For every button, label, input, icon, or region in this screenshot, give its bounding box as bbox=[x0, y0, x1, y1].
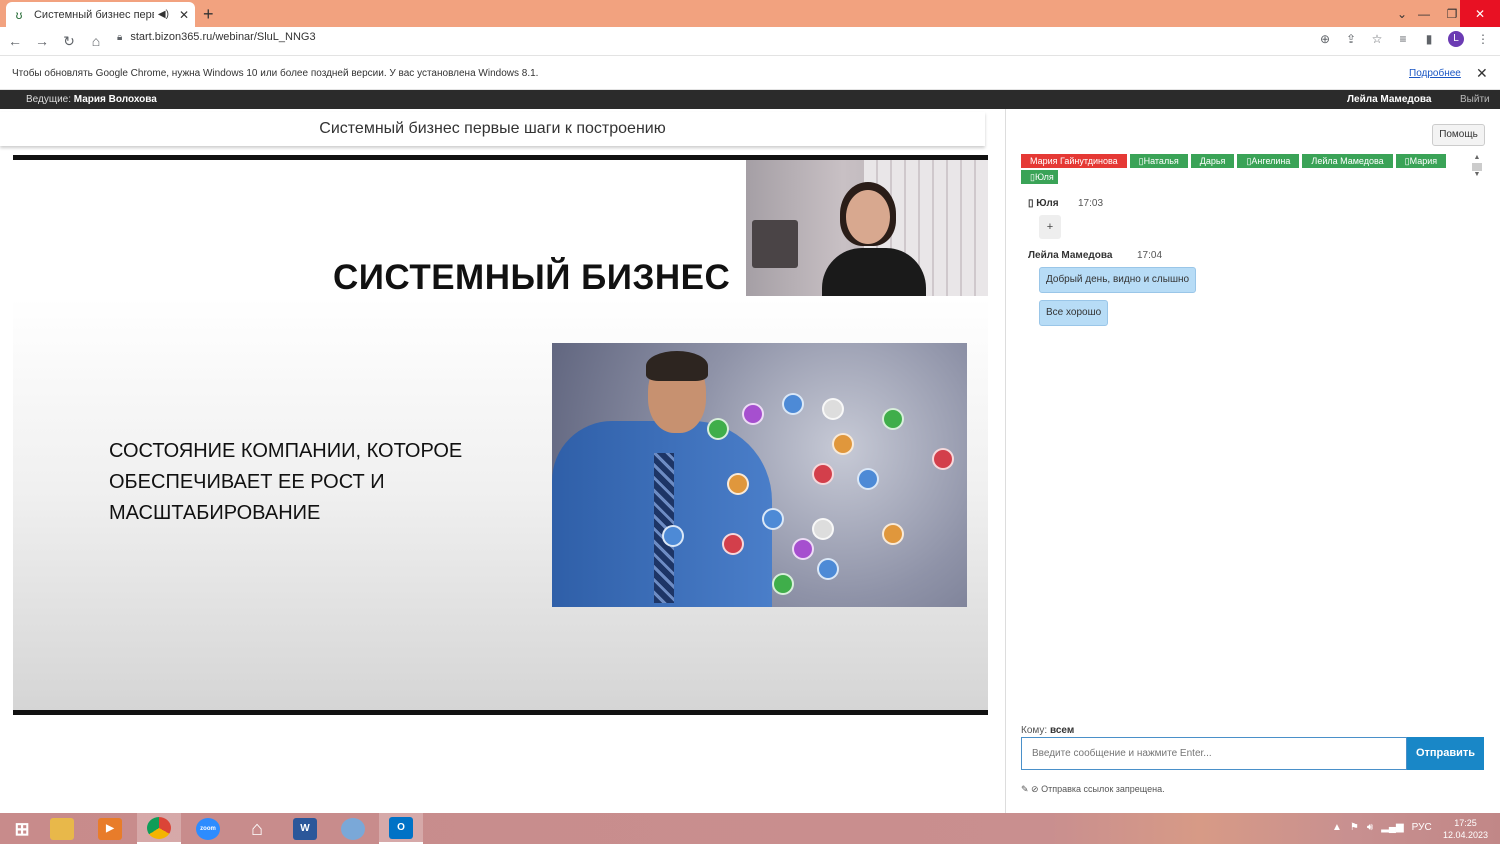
send-button[interactable]: Отправить bbox=[1407, 737, 1484, 770]
business-network-image bbox=[552, 343, 967, 607]
word-icon: W bbox=[293, 817, 317, 840]
browser-toolbar: ← → ↻ ⌂ 🔒︎ start.bizon365.ru/webinar/Slu… bbox=[0, 27, 1500, 55]
chat-panel: Помощь Мария Гайнутдинова ▯Наталья Дарья… bbox=[1005, 109, 1500, 813]
network-icon[interactable]: ▂▄▆ bbox=[1381, 822, 1403, 833]
tray-expand-icon[interactable]: ▲ bbox=[1332, 822, 1342, 833]
tab-strip: ʊ Системный бизнес первые ◀︎) ✕ + ⌄ — ❐ … bbox=[0, 0, 1500, 27]
update-infobar: Чтобы обновлять Google Chrome, нужна Win… bbox=[0, 55, 1500, 90]
infobar-text: Чтобы обновлять Google Chrome, нужна Win… bbox=[12, 68, 539, 79]
participant-chip[interactable]: Лейла Мамедова bbox=[1302, 154, 1393, 168]
menu-kebab-icon[interactable]: ⋮ bbox=[1476, 32, 1490, 46]
language-indicator[interactable]: РУС bbox=[1412, 822, 1432, 833]
window-close-icon[interactable]: ✕ bbox=[1460, 0, 1500, 27]
host-name: Мария Волохова bbox=[73, 94, 157, 105]
taskbar-chrome[interactable] bbox=[137, 813, 181, 844]
message-bubble: Добрый день, видно и слышно bbox=[1039, 267, 1197, 293]
windows-taskbar: ⊞ ▶ zoom ⌂ W O ▲ ⚑ 🔊︎ ▂▄▆ РУС 17:25 12.0… bbox=[0, 813, 1500, 844]
message-author[interactable]: ▯ Юля bbox=[1028, 198, 1059, 209]
chat-message-input[interactable] bbox=[1021, 737, 1407, 770]
url-text: start.bizon365.ru/webinar/SluL_NNG3 bbox=[130, 31, 316, 43]
message-time: 17:03 bbox=[1078, 198, 1104, 209]
webinar-header: Ведущие: Мария Волохова Лейла Мамедова В… bbox=[0, 90, 1500, 109]
new-tab-icon[interactable]: + bbox=[203, 4, 214, 25]
zoom-icon[interactable]: ⊕ bbox=[1318, 32, 1332, 46]
taskbar-explorer[interactable] bbox=[40, 813, 84, 844]
message-author[interactable]: Лейла Мамедова bbox=[1028, 250, 1112, 261]
participant-chip[interactable]: ▯Мария bbox=[1395, 154, 1447, 168]
infobar-close-icon[interactable]: ✕ bbox=[1476, 65, 1488, 82]
tab-title: Системный бизнес первые bbox=[33, 8, 154, 21]
forward-icon[interactable]: → bbox=[30, 33, 54, 49]
volume-icon[interactable]: 🔊︎ bbox=[1367, 822, 1373, 833]
slide-heading: СИСТЕМНЫЙ БИЗНЕС bbox=[333, 258, 731, 297]
participant-chip[interactable]: Дарья bbox=[1190, 154, 1235, 168]
outlook-icon: O bbox=[389, 816, 413, 839]
recipient-value: всем bbox=[1049, 725, 1075, 736]
clock-date: 12.04.2023 bbox=[1443, 830, 1489, 840]
audio-playing-icon[interactable]: ◀︎) bbox=[158, 9, 169, 20]
taskbar-home[interactable]: ⌂ bbox=[235, 813, 279, 844]
reading-list-icon[interactable]: ≡ bbox=[1396, 32, 1410, 46]
scroll-up-icon[interactable]: ▲ bbox=[1472, 154, 1482, 161]
taskbar-outlook[interactable]: O bbox=[379, 813, 423, 844]
links-forbidden-note: ✎ ⊘ Отправка ссылок запрещена. bbox=[1021, 784, 1165, 794]
media-player-icon: ▶ bbox=[98, 817, 122, 840]
webinar-title: Системный бизнес первые шаги к построени… bbox=[0, 112, 985, 146]
system-tray: ▲ ⚑ 🔊︎ ▂▄▆ РУС bbox=[1332, 822, 1432, 833]
minimize-icon[interactable]: — bbox=[1410, 0, 1438, 27]
bookmark-star-icon[interactable]: ☆ bbox=[1370, 32, 1384, 46]
logout-link[interactable]: Выйти bbox=[1460, 94, 1490, 105]
profile-avatar[interactable]: L bbox=[1448, 31, 1464, 47]
taskbar-media[interactable]: ▶ bbox=[88, 813, 132, 844]
participant-chip[interactable]: ▯Наталья bbox=[1129, 154, 1188, 168]
paint-icon bbox=[341, 817, 365, 840]
side-panel-icon[interactable]: ▮ bbox=[1422, 32, 1436, 46]
infobar-more-link[interactable]: Подробнее bbox=[1409, 68, 1461, 79]
scroll-down-icon[interactable]: ▼ bbox=[1472, 171, 1482, 178]
participant-chip[interactable]: ▯Юля bbox=[1021, 170, 1058, 184]
address-bar[interactable]: 🔒︎ start.bizon365.ru/webinar/SluL_NNG3 bbox=[117, 31, 316, 43]
house-icon: ⌂ bbox=[250, 817, 264, 840]
windows-logo-icon: ⊞ bbox=[14, 818, 30, 839]
back-icon[interactable]: ← bbox=[3, 33, 27, 49]
current-user-name: Лейла Мамедова bbox=[1347, 94, 1432, 105]
recipient-label[interactable]: Кому: всем bbox=[1021, 725, 1074, 736]
clock-time: 17:25 bbox=[1454, 818, 1477, 828]
bizon-favicon-icon: ʊ bbox=[15, 7, 23, 22]
share-icon[interactable]: ⇪ bbox=[1344, 32, 1358, 46]
webinar-main: Системный бизнес первые шаги к построени… bbox=[0, 109, 1005, 813]
taskbar-zoom[interactable]: zoom bbox=[186, 813, 230, 844]
participants-scrollbar[interactable]: ▲ ▼ bbox=[1472, 154, 1482, 184]
start-button[interactable]: ⊞ bbox=[0, 813, 44, 844]
close-tab-icon[interactable]: ✕ bbox=[179, 8, 189, 22]
taskbar-word[interactable]: W bbox=[283, 813, 327, 844]
browser-tab[interactable]: ʊ Системный бизнес первые ◀︎) ✕ bbox=[6, 2, 195, 27]
message-time: 17:04 bbox=[1137, 250, 1163, 261]
participant-chip[interactable]: Мария Гайнутдинова bbox=[1021, 154, 1127, 168]
message-bubble: Все хорошо bbox=[1039, 300, 1109, 326]
taskbar-clock[interactable]: 17:25 12.04.2023 bbox=[1443, 817, 1488, 841]
presentation-slide: СИСТЕМНЫЙ БИЗНЕС СОСТОЯНИЕ КОМПАНИИ, КОТ… bbox=[13, 155, 988, 715]
flag-icon[interactable]: ⚑ bbox=[1350, 822, 1359, 833]
folder-icon bbox=[50, 817, 74, 840]
slide-text: СОСТОЯНИЕ КОМПАНИИ, КОТОРОЕ ОБЕСПЕЧИВАЕТ… bbox=[109, 440, 463, 524]
reload-icon[interactable]: ↻ bbox=[57, 33, 81, 50]
help-button[interactable]: Помощь bbox=[1432, 124, 1485, 146]
taskbar-paint[interactable] bbox=[331, 813, 375, 844]
host-info: Ведущие: Мария Волохова bbox=[26, 94, 157, 105]
home-icon[interactable]: ⌂ bbox=[84, 33, 108, 49]
message-bubble: + bbox=[1039, 215, 1061, 239]
chrome-icon bbox=[147, 816, 171, 839]
presenter-webcam bbox=[746, 160, 988, 296]
participant-chip[interactable]: ▯Ангелина bbox=[1237, 154, 1300, 168]
zoom-icon: zoom bbox=[196, 817, 220, 840]
participants-list: Мария Гайнутдинова ▯Наталья Дарья ▯Ангел… bbox=[1021, 154, 1471, 184]
lock-icon: 🔒︎ bbox=[117, 31, 123, 43]
